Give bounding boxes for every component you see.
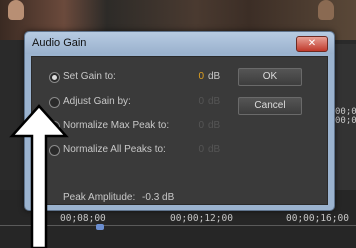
annotation-arrow-icon xyxy=(9,104,69,248)
